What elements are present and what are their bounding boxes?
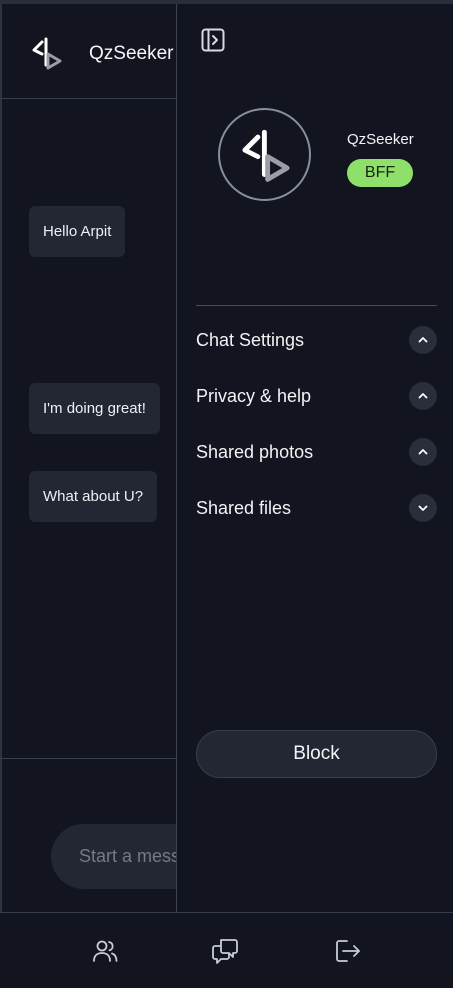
section-label: Shared photos xyxy=(196,442,314,462)
chevron-up-icon[interactable] xyxy=(409,382,437,410)
app-logo-icon xyxy=(242,129,290,182)
chat-header: QzSeeker xyxy=(0,4,178,99)
chevron-up-icon[interactable] xyxy=(409,438,437,466)
collapse-panel-icon[interactable] xyxy=(201,28,225,52)
logout-icon[interactable] xyxy=(333,937,361,965)
composer-divider xyxy=(0,758,178,759)
section-privacy-help[interactable]: Privacy & help xyxy=(196,381,437,411)
message-bubble: What about U? xyxy=(29,471,158,522)
left-border xyxy=(0,4,2,912)
section-chat-settings[interactable]: Chat Settings xyxy=(196,325,437,355)
bottom-nav xyxy=(0,912,453,988)
panel-divider xyxy=(196,305,437,306)
chevron-down-icon[interactable] xyxy=(409,494,437,522)
profile-panel: QzSeeker BFF Chat Settings Privacy & hel… xyxy=(176,4,453,912)
message-bubble: Hello Arpit xyxy=(29,206,126,257)
chevron-up-icon[interactable] xyxy=(409,326,437,354)
app-logo-icon xyxy=(32,37,62,70)
section-label: Shared files xyxy=(196,498,292,518)
chats-icon[interactable] xyxy=(211,937,239,965)
status-badge: BFF xyxy=(347,159,413,187)
app: QzSeeker Hello Arpit I'm doing great! Wh… xyxy=(0,0,453,988)
chat-title: QzSeeker xyxy=(89,43,174,64)
section-shared-photos[interactable]: Shared photos xyxy=(196,437,437,467)
users-icon[interactable] xyxy=(91,937,119,965)
section-label: Chat Settings xyxy=(196,330,305,350)
section-shared-files[interactable]: Shared files xyxy=(196,493,437,523)
block-button[interactable]: Block xyxy=(196,730,437,778)
section-label: Privacy & help xyxy=(196,386,312,406)
profile-name: QzSeeker xyxy=(347,131,414,148)
message-bubble: I'm doing great! xyxy=(29,383,160,434)
avatar xyxy=(218,108,311,201)
